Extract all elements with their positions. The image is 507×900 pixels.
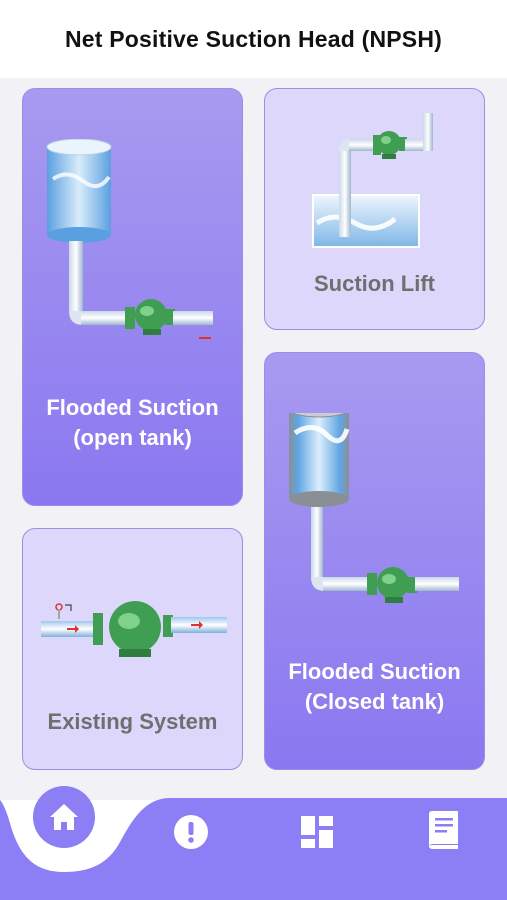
page-title: Net Positive Suction Head (NPSH)	[64, 25, 443, 52]
home-icon	[50, 804, 78, 830]
content-area: Flooded Suction (open tank) Suction Lift…	[0, 78, 507, 800]
alert-icon	[174, 815, 208, 849]
existing-system-illustration	[41, 601, 227, 657]
nav-home-button[interactable]	[33, 786, 95, 848]
nav-dashboard-button[interactable]	[297, 812, 337, 852]
flooded-closed-title: Flooded Suction	[288, 659, 461, 684]
existing-system-title: Existing System	[47, 709, 218, 734]
suction-lift-illustration	[312, 113, 433, 248]
card-flooded-suction-closed[interactable]: Flooded Suction (Closed tank)	[264, 352, 485, 770]
flooded-open-title: Flooded Suction	[46, 395, 219, 420]
suction-lift-title: Suction Lift	[314, 271, 435, 296]
flooded-open-subtitle: (open tank)	[73, 425, 192, 450]
flooded-closed-subtitle: (Closed tank)	[304, 689, 445, 714]
nav-alert-button[interactable]	[171, 812, 211, 852]
book-icon	[429, 811, 458, 849]
card-suction-lift[interactable]: Suction Lift	[264, 88, 485, 330]
card-flooded-suction-open[interactable]: Flooded Suction (open tank)	[22, 88, 243, 506]
app-header: Net Positive Suction Head (NPSH)	[0, 0, 507, 78]
card-existing-system[interactable]: Existing System	[22, 528, 243, 770]
nav-book-button[interactable]	[423, 810, 463, 850]
flooded-open-illustration	[46, 139, 213, 339]
flooded-closed-illustration	[289, 413, 459, 603]
dashboard-icon	[301, 816, 333, 848]
